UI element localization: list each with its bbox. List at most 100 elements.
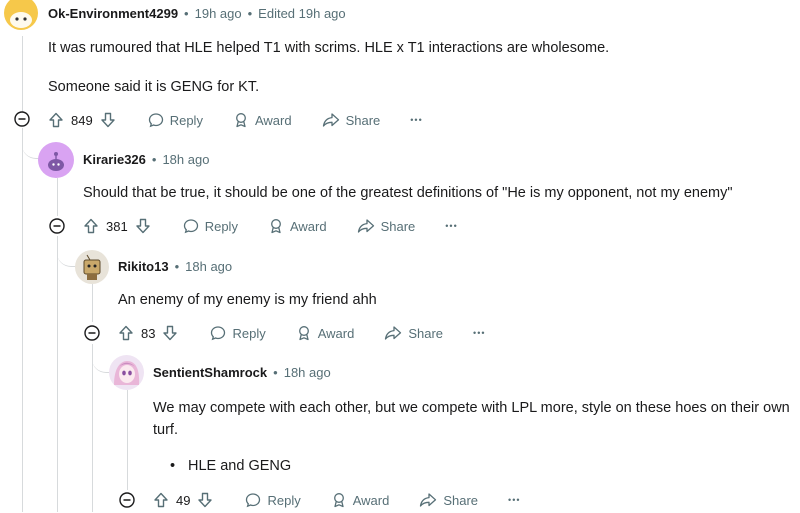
collapse-icon — [84, 325, 100, 341]
comment-meta-4: SentientShamrock • 18h ago — [153, 365, 331, 380]
share-button[interactable]: Share — [357, 218, 416, 234]
author-name[interactable]: Kirarie326 — [83, 152, 146, 167]
upvote-icon[interactable] — [48, 112, 64, 128]
collapse-thread-button[interactable] — [14, 111, 30, 127]
author-name[interactable]: Rikito13 — [118, 259, 169, 274]
more-options-button[interactable]: ••• — [508, 495, 520, 505]
vote-group: 49 — [153, 492, 213, 508]
downvote-icon[interactable] — [135, 218, 151, 234]
avatar-rikito[interactable] — [75, 250, 109, 284]
comment-actions-2: 381 Reply Award Share ••• — [83, 214, 458, 238]
collapse-thread-button[interactable] — [49, 218, 65, 234]
more-options-icon: ••• — [410, 115, 423, 125]
collapse-thread-button[interactable] — [84, 325, 100, 341]
timestamp[interactable]: 18h ago — [185, 259, 232, 274]
share-label: Share — [443, 492, 479, 508]
vote-score: 49 — [176, 492, 191, 508]
more-options-button[interactable]: ••• — [473, 328, 485, 338]
comment-body-3: An enemy of my enemy is my friend ahh — [118, 292, 377, 308]
meta-separator: • — [151, 152, 157, 167]
comment-body-2: Should that be true, it should be one of… — [83, 185, 733, 201]
upvote-icon[interactable] — [83, 218, 99, 234]
thread-line-4 — [127, 390, 128, 490]
reply-button[interactable]: Reply — [245, 492, 301, 508]
reply-label: Reply — [267, 492, 301, 508]
upvote-icon[interactable] — [118, 325, 134, 341]
downvote-icon[interactable] — [162, 325, 178, 341]
timestamp[interactable]: 19h ago — [195, 6, 242, 21]
author-name[interactable]: Ok-Environment4299 — [48, 6, 178, 21]
avatar-kirarie[interactable] — [38, 142, 74, 178]
avatar-ok-environment[interactable] — [4, 0, 38, 30]
more-options-button[interactable]: ••• — [410, 115, 422, 125]
share-label: Share — [345, 112, 381, 128]
more-options-button[interactable]: ••• — [445, 221, 457, 231]
timestamp[interactable]: 18h ago — [162, 152, 209, 167]
upvote-icon[interactable] — [153, 492, 169, 508]
reply-label: Reply — [204, 218, 238, 234]
reply-button[interactable]: Reply — [183, 218, 238, 234]
share-icon — [420, 493, 437, 507]
thread-elbow-3 — [92, 344, 110, 373]
share-icon — [322, 113, 339, 127]
reply-icon — [183, 219, 198, 234]
award-label: Award — [254, 112, 292, 128]
share-icon — [385, 326, 402, 340]
more-options-icon: ••• — [508, 495, 521, 505]
award-icon — [271, 219, 281, 234]
thread-elbow-2 — [57, 236, 77, 267]
downvote-icon[interactable] — [100, 112, 116, 128]
share-button[interactable]: Share — [419, 492, 478, 508]
comment-actions-3: 83 Reply Award Share ••• — [118, 321, 486, 345]
thread-line-3b — [92, 344, 93, 512]
share-icon — [357, 219, 374, 233]
award-label: Award — [317, 325, 355, 341]
thread-line-2b — [57, 236, 58, 512]
thread-elbow-1 — [22, 128, 40, 159]
share-button[interactable]: Share — [384, 325, 443, 341]
edited-label: Edited 19h ago — [258, 6, 346, 21]
reply-icon — [148, 113, 163, 128]
award-button[interactable]: Award — [296, 325, 355, 341]
reply-icon — [246, 493, 261, 508]
meta-separator: • — [184, 6, 189, 21]
vote-group: 381 — [83, 218, 151, 234]
comment-body-4: We may compete with each other, but we c… — [153, 400, 790, 438]
thread-line-2 — [57, 178, 58, 216]
comment-actions-1: 849 Reply Award Share ••• — [48, 108, 423, 132]
comment-body-1-p2: Someone said it is GENG for KT. — [48, 79, 260, 95]
thread-line-3 — [92, 284, 93, 322]
award-button[interactable]: Award — [233, 112, 292, 128]
vote-score: 83 — [141, 325, 156, 341]
list-item: HLE and GENG — [170, 458, 291, 474]
comment-meta-1: Ok-Environment4299 • 19h ago • Edited 19… — [48, 6, 346, 21]
author-name[interactable]: SentientShamrock — [153, 365, 267, 380]
timestamp[interactable]: 18h ago — [284, 365, 331, 380]
snoo-avatar-icon — [83, 254, 101, 280]
award-button[interactable]: Award — [331, 492, 389, 508]
thread-line-1 — [22, 36, 23, 120]
reply-button[interactable]: Reply — [210, 325, 266, 341]
avatar-sentientshamrock[interactable] — [109, 355, 144, 390]
snoo-avatar-icon — [48, 152, 64, 171]
award-icon — [236, 113, 246, 128]
share-label: Share — [408, 325, 444, 341]
anime-avatar-icon — [114, 361, 140, 385]
reply-button[interactable]: Reply — [148, 112, 203, 128]
vote-score: 381 — [106, 218, 128, 234]
comment-meta-3: Rikito13 • 18h ago — [118, 259, 232, 274]
meta-separator: • — [273, 365, 278, 380]
award-label: Award — [289, 218, 327, 234]
comment-meta-2: Kirarie326 • 18h ago — [83, 152, 209, 167]
collapse-thread-button[interactable] — [119, 492, 135, 508]
vote-group: 83 — [118, 325, 178, 341]
more-options-icon: ••• — [473, 328, 486, 338]
meta-separator: • — [174, 259, 180, 274]
comment-body-1-p1: It was rumoured that HLE helped T1 with … — [48, 40, 610, 56]
downvote-icon[interactable] — [197, 492, 213, 508]
award-button[interactable]: Award — [268, 218, 327, 234]
share-button[interactable]: Share — [322, 112, 381, 128]
thread-line-1b — [22, 128, 23, 512]
share-label: Share — [380, 218, 416, 234]
collapse-icon — [49, 218, 65, 234]
